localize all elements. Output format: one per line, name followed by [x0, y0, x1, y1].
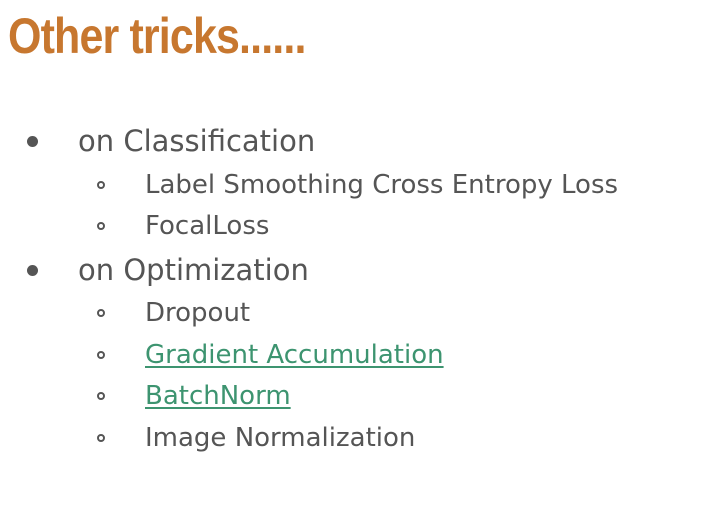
hollow-bullet-icon: [97, 222, 105, 230]
gradient-accumulation-link[interactable]: Gradient Accumulation: [145, 339, 444, 371]
list-item-label: on Optimization: [78, 253, 309, 287]
list-item-label: Image Normalization: [145, 423, 416, 453]
list-item-label: on Classification: [78, 124, 316, 158]
hollow-bullet-icon: [97, 309, 105, 317]
batchnorm-link[interactable]: BatchNorm: [145, 380, 291, 412]
filled-bullet-icon: [27, 265, 38, 276]
list-item-label: Dropout: [145, 298, 251, 328]
filled-bullet-icon: [27, 136, 38, 147]
list-item-label: Label Smoothing Cross Entropy Loss: [145, 170, 619, 200]
hollow-bullet-icon: [97, 351, 105, 359]
list-item-label: FocalLoss: [145, 211, 270, 241]
hollow-bullet-icon: [97, 434, 105, 442]
slide-title: Other tricks......: [8, 8, 306, 64]
hollow-bullet-icon: [97, 181, 105, 189]
hollow-bullet-icon: [97, 392, 105, 400]
